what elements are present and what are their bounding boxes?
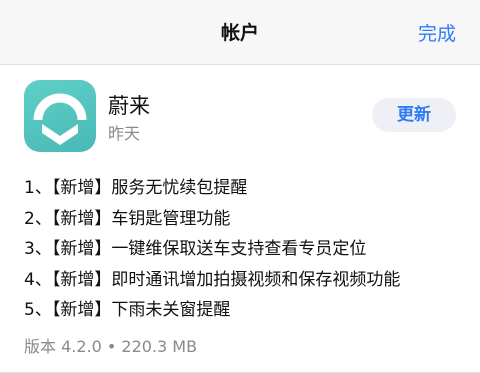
nio-logo-icon — [33, 93, 87, 145]
release-notes: 1、【新增】服务无忧续包提醒 2、【新增】车钥匙管理功能 3、【新增】一键维保取… — [24, 173, 400, 326]
release-note-item: 5、【新增】下雨未关窗提醒 — [24, 300, 231, 320]
done-button[interactable]: 完成 — [418, 19, 456, 46]
navigation-bar: 帐户 完成 — [0, 0, 480, 65]
version-info: 版本 4.2.0 • 220.3 MB — [24, 337, 198, 356]
release-note-item: 4、【新增】即时通讯增加拍摄视频和保存视频功能 — [24, 269, 401, 290]
app-name: 蔚来 — [108, 94, 150, 118]
app-update-date: 昨天 — [108, 124, 141, 143]
release-note-item: 3、【新增】一键维保取送车支持查看专员定位 — [24, 239, 367, 259]
nio-app-icon[interactable] — [24, 80, 96, 152]
release-note-item: 2、【新增】车钥匙管理功能 — [24, 208, 231, 229]
release-note-item: 1、【新增】服务无忧续包提醒 — [24, 178, 248, 198]
page-title: 帐户 — [220, 22, 259, 44]
update-button[interactable]: 更新 — [372, 98, 456, 132]
